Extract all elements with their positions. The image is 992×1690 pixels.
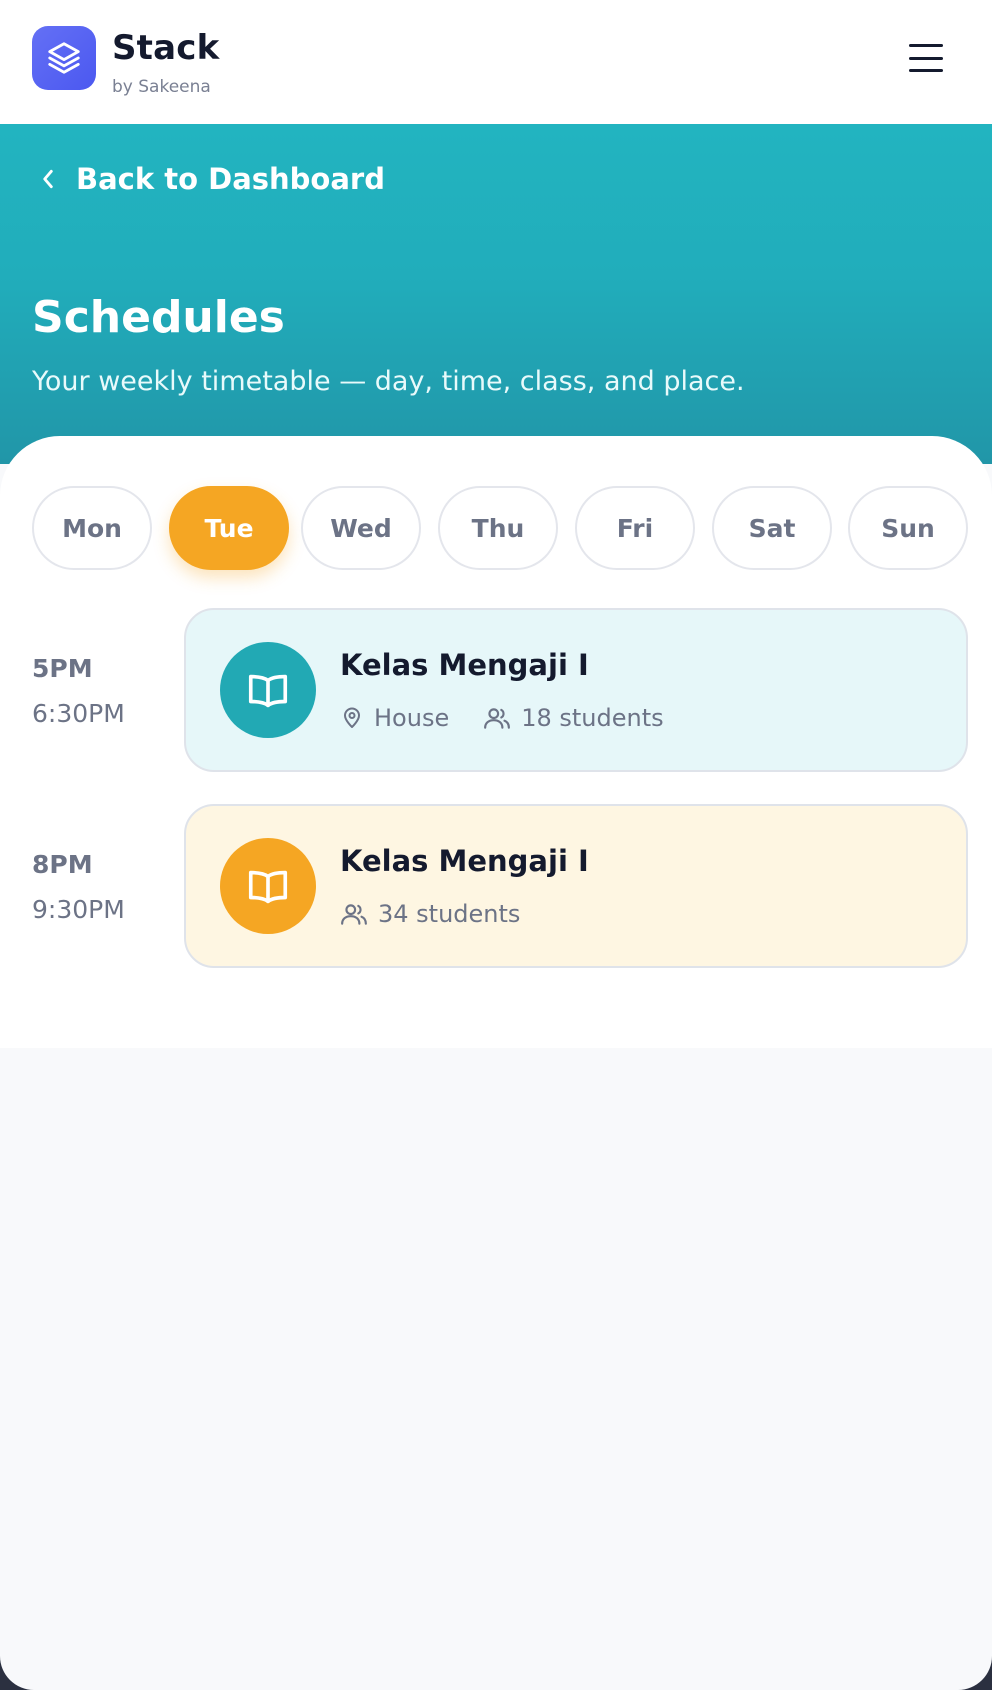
- class-title: Kelas Mengaji I: [340, 648, 589, 682]
- app-screen: Stack by Sakeena Back to Dashboard Sched…: [0, 0, 992, 1690]
- layers-icon[interactable]: [32, 26, 96, 90]
- time-slot: 8PM 9:30PM: [32, 850, 172, 924]
- class-place: House: [340, 704, 449, 732]
- class-place-label: House: [374, 704, 450, 732]
- tab-wed[interactable]: Wed: [301, 486, 421, 570]
- app-header: Stack by Sakeena: [0, 0, 992, 124]
- tab-tue[interactable]: Tue: [169, 486, 289, 570]
- class-meta: 34 students: [340, 900, 554, 928]
- slot-start-time: 8PM: [32, 850, 93, 879]
- day-selector: Mon Tue Wed Thu Fri Sat Sun: [32, 486, 968, 570]
- users-icon: [484, 708, 511, 729]
- class-students: 18 students: [483, 704, 664, 732]
- class-meta: House 18 students: [340, 704, 698, 732]
- chevron-left-icon: [43, 169, 53, 189]
- users-icon: [341, 904, 367, 925]
- class-card[interactable]: Kelas Mengaji I 34 students: [184, 804, 968, 968]
- map-pin-icon: [344, 707, 360, 728]
- class-card[interactable]: Kelas Mengaji I House 18 students: [184, 608, 968, 772]
- tab-thu[interactable]: Thu: [438, 486, 558, 570]
- class-title: Kelas Mengaji I: [340, 844, 589, 878]
- page-subtitle: Your weekly timetable — day, time, class…: [32, 366, 745, 397]
- book-open-icon: [220, 642, 316, 738]
- tab-sat[interactable]: Sat: [712, 486, 832, 570]
- book-open-icon: [220, 838, 316, 934]
- schedule-sheet: Mon Tue Wed Thu Fri Sat Sun 5PM 6:30PM K…: [0, 436, 992, 1048]
- class-students-label: 18 students: [521, 704, 664, 732]
- tab-fri[interactable]: Fri: [575, 486, 695, 570]
- slot-start-time: 5PM: [32, 654, 93, 683]
- back-to-dashboard-link[interactable]: Back to Dashboard: [38, 162, 385, 196]
- slot-end-time: 9:30PM: [32, 895, 125, 924]
- page-title: Schedules: [32, 292, 285, 343]
- hero-banner: Back to Dashboard Schedules Your weekly …: [0, 124, 992, 464]
- time-slot: 5PM 6:30PM: [32, 654, 172, 728]
- brand-subtitle: by Sakeena: [112, 77, 211, 97]
- brand-name: Stack: [112, 28, 220, 68]
- hamburger-menu-icon[interactable]: [906, 40, 946, 76]
- tab-sun[interactable]: Sun: [848, 486, 968, 570]
- class-students: 34 students: [340, 900, 520, 928]
- class-students-label: 34 students: [378, 900, 521, 928]
- slot-end-time: 6:30PM: [32, 699, 125, 728]
- tab-mon[interactable]: Mon: [32, 486, 152, 570]
- back-link-label: Back to Dashboard: [76, 162, 385, 196]
